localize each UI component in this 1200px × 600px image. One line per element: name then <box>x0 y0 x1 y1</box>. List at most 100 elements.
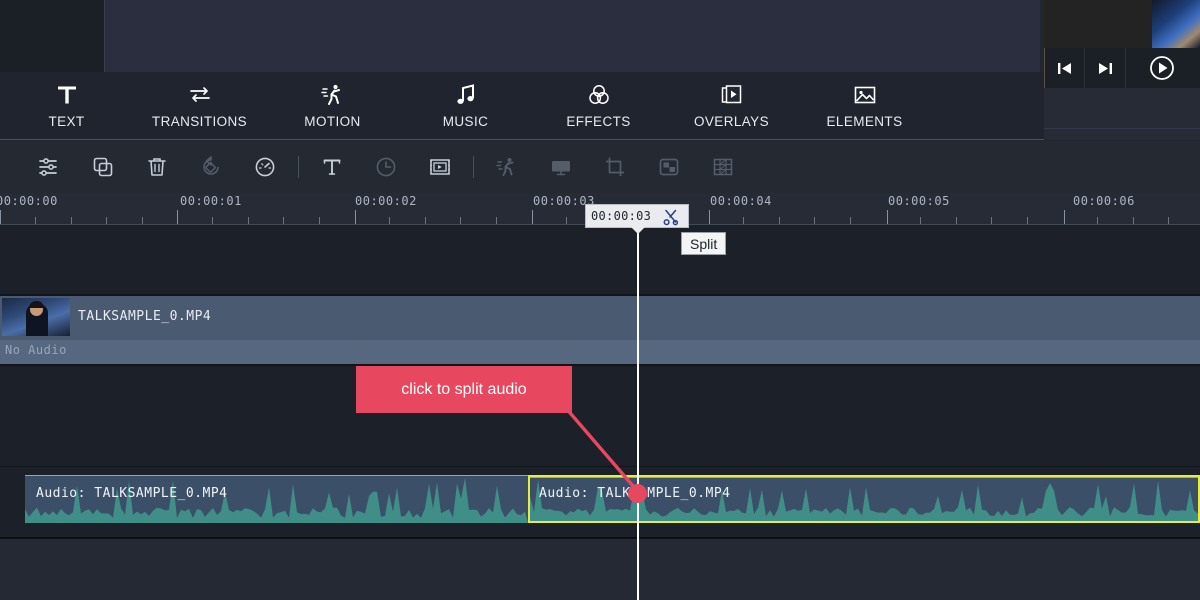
ruler-label: 00:00:01 <box>180 194 242 208</box>
ruler-minor-tick <box>496 217 497 224</box>
mosaic-button[interactable] <box>696 141 750 193</box>
motion-button[interactable] <box>480 141 534 193</box>
freeze-frame-button[interactable] <box>413 141 467 193</box>
callout-target-dot <box>628 484 647 503</box>
ruler-minor-tick <box>743 217 744 224</box>
crop-icon <box>606 157 624 176</box>
ruler-minor-tick <box>956 217 957 224</box>
text-t-icon <box>323 159 341 175</box>
tab-label: TEXT <box>48 113 85 129</box>
ruler-minor-tick <box>814 217 815 224</box>
clip-top-accent <box>25 475 528 476</box>
audio-clip-left[interactable]: Audio: TALKSAMPLE_0.MP4 <box>25 475 528 523</box>
ruler-minor-tick <box>779 217 780 224</box>
transport-controls <box>1044 48 1200 88</box>
ruler-minor-tick <box>1168 217 1169 224</box>
ruler-minor-tick <box>212 217 213 224</box>
duplicate-button[interactable] <box>76 141 130 193</box>
toolbar-separator <box>298 156 299 178</box>
next-frame-button[interactable] <box>1085 48 1126 88</box>
ruler-label: 00:00:04 <box>710 194 772 208</box>
ruler-major-tick <box>887 210 888 224</box>
ruler-minor-tick <box>566 217 567 224</box>
ruler-minor-tick <box>1097 217 1098 224</box>
category-tab-bar: TEXT TRANSITIONS MOTION MUSIC EFFECTS OV… <box>0 72 1044 140</box>
ruler-minor-tick <box>142 217 143 224</box>
next-frame-icon <box>1098 62 1112 74</box>
ruler-minor-tick <box>920 217 921 224</box>
video-editor-window: BACKGROUND_2… MOVIEZILLA20… ✔ TALKSAMPLE… <box>0 0 1200 600</box>
no-audio-label: No Audio <box>5 343 67 357</box>
previous-frame-icon <box>1057 62 1071 74</box>
no-audio-band <box>0 340 1200 364</box>
preview-video-area <box>1044 0 1200 48</box>
toolbar-separator <box>473 156 474 178</box>
effects-circles-icon <box>587 83 611 107</box>
pip-overlay-button[interactable] <box>642 141 696 193</box>
previous-frame-button[interactable] <box>1044 48 1085 88</box>
video-track-clip[interactable]: TALKSAMPLE_0.MP4 No Audio <box>0 296 1200 364</box>
playhead-handle[interactable]: 00:00:03 <box>585 204 689 234</box>
adjust-sliders-button[interactable] <box>22 141 76 193</box>
tab-label: EFFECTS <box>566 113 631 129</box>
ruler-minor-tick <box>425 217 426 224</box>
speed-gauge-icon <box>255 157 275 177</box>
video-clip-label: TALKSAMPLE_0.MP4 <box>78 309 212 324</box>
ruler-minor-tick <box>248 217 249 224</box>
ruler-major-tick <box>1064 210 1065 224</box>
clock-icon <box>376 157 396 177</box>
tab-text[interactable]: TEXT <box>0 72 133 140</box>
callout-box: click to split audio <box>356 366 572 413</box>
preview-panel <box>1044 0 1200 140</box>
trash-icon <box>148 158 166 176</box>
library-sidebar-stub <box>0 0 104 72</box>
playhead-time-label: 00:00:03 <box>591 209 652 223</box>
tab-label: OVERLAYS <box>694 113 769 129</box>
tab-motion[interactable]: MOTION <box>266 72 399 140</box>
timeline-empty-track-top[interactable] <box>0 225 1200 294</box>
rotate-button[interactable] <box>184 141 238 193</box>
speed-button[interactable] <box>238 141 292 193</box>
media-library-strip: BACKGROUND_2… MOVIEZILLA20… ✔ TALKSAMPLE… <box>0 0 1200 140</box>
media-thumbnail-panel: BACKGROUND_2… MOVIEZILLA20… ✔ TALKSAMPLE… <box>104 0 1145 72</box>
ruler-minor-tick <box>850 217 851 224</box>
ruler-minor-tick <box>71 217 72 224</box>
ruler-minor-tick <box>460 217 461 224</box>
screen-background-button[interactable] <box>534 141 588 193</box>
scissors-split-icon[interactable] <box>662 208 680 231</box>
add-text-button[interactable] <box>305 141 359 193</box>
ruler-major-tick <box>532 210 533 224</box>
panel-divider <box>104 0 105 72</box>
timeline-toolbar <box>0 141 1200 193</box>
tab-transitions[interactable]: TRANSITIONS <box>133 72 266 140</box>
motion-icon <box>320 83 345 107</box>
callout-text: click to split audio <box>401 380 527 398</box>
delete-button[interactable] <box>130 141 184 193</box>
ruler-label: 00:00:00 <box>0 194 58 208</box>
clip-thumbnail <box>2 298 70 336</box>
sliders-icon <box>39 158 57 176</box>
duration-button[interactable] <box>359 141 413 193</box>
tab-label: MUSIC <box>442 113 489 129</box>
ruler-minor-tick <box>283 217 284 224</box>
tab-music[interactable]: MUSIC <box>399 72 532 140</box>
preview-divider <box>1044 128 1200 129</box>
play-icon <box>1150 56 1174 80</box>
audio-clip-label: Audio: TALKSAMPLE_0.MP4 <box>36 486 228 501</box>
preview-lower-panel <box>1044 88 1200 140</box>
transitions-icon <box>187 83 213 107</box>
ruler-label: 00:00:06 <box>1073 194 1135 208</box>
crop-button[interactable] <box>588 141 642 193</box>
tab-overlays[interactable]: OVERLAYS <box>665 72 798 140</box>
ruler-minor-tick <box>35 217 36 224</box>
ruler-major-tick <box>177 210 178 224</box>
play-button[interactable] <box>1126 48 1198 88</box>
timeline-bottom-area[interactable] <box>0 539 1200 600</box>
tab-label: ELEMENTS <box>826 113 903 129</box>
music-note-icon <box>455 83 477 107</box>
text-icon <box>55 83 79 107</box>
mosaic-grid-icon <box>713 158 733 176</box>
tab-effects[interactable]: EFFECTS <box>532 72 665 140</box>
film-frame-icon <box>430 159 450 175</box>
tab-elements[interactable]: ELEMENTS <box>798 72 931 140</box>
